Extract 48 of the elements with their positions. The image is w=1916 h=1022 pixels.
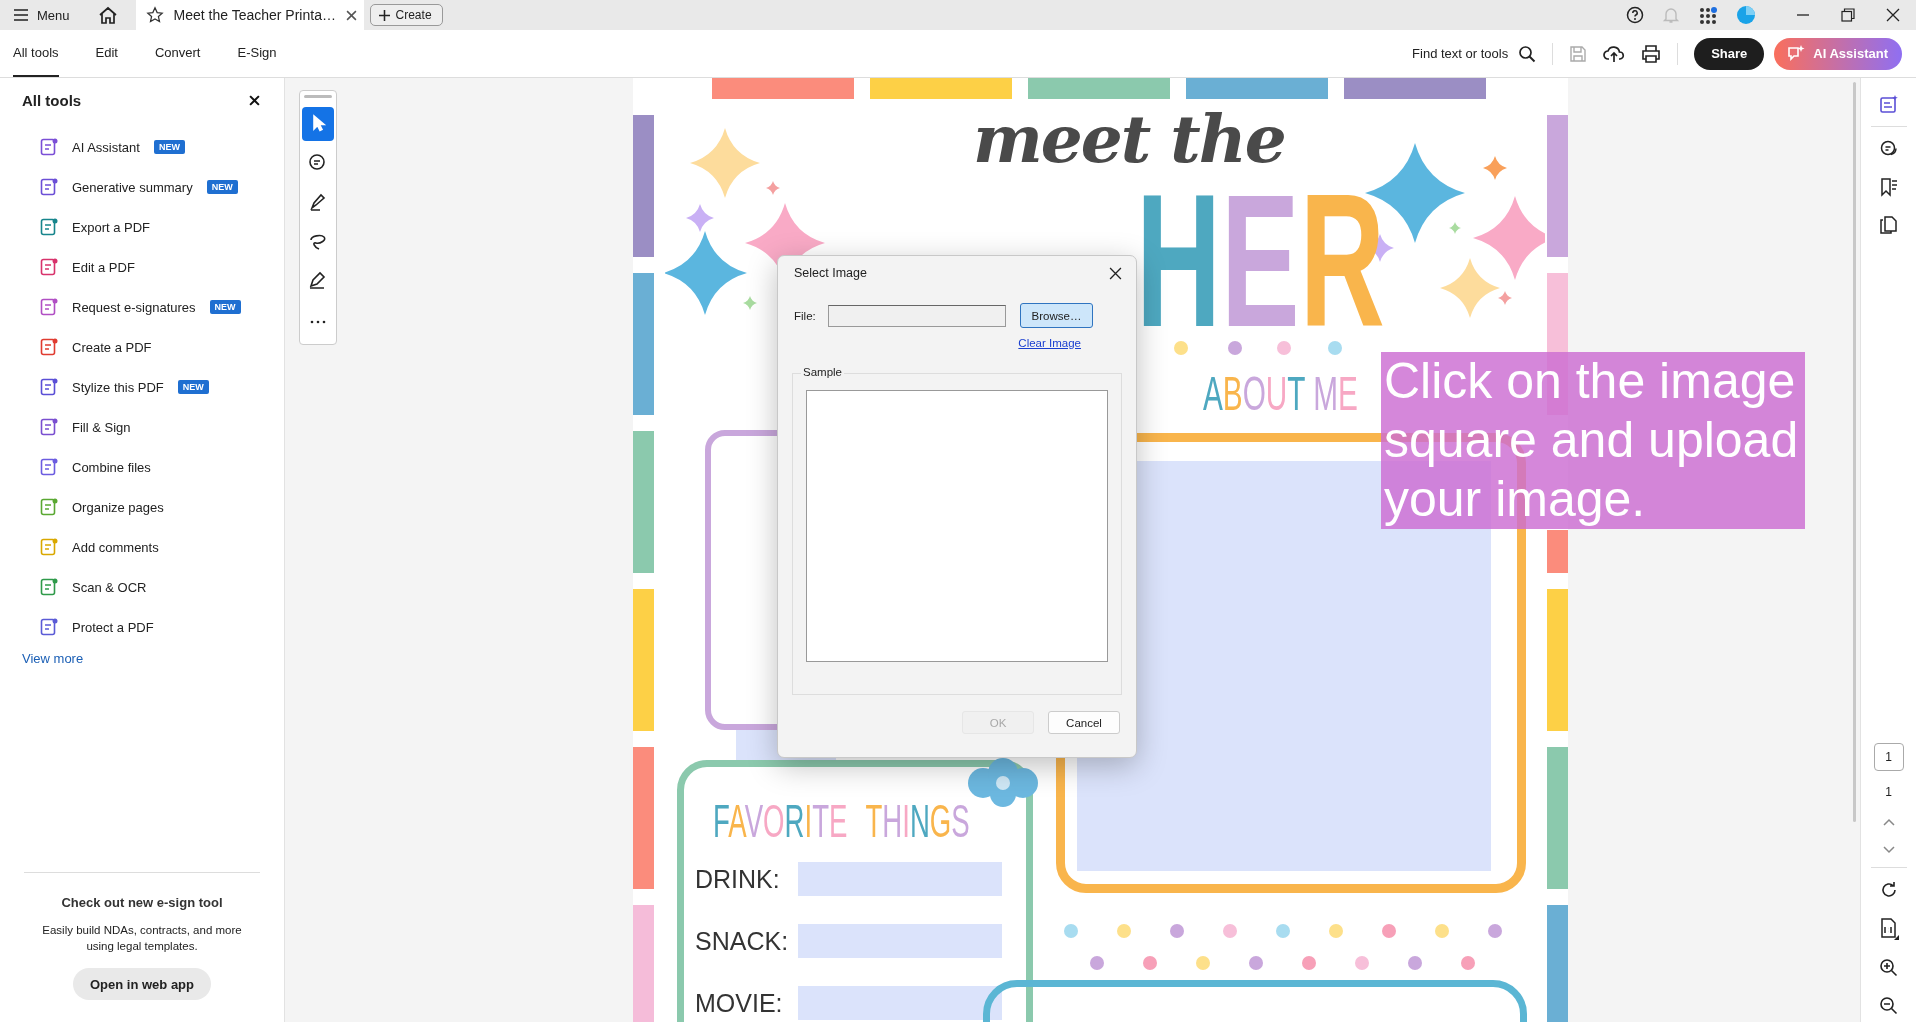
field-label: SNACK: <box>695 926 789 957</box>
tool-link[interactable]: Create a PDF <box>72 339 152 355</box>
group-label: Sample <box>801 366 844 378</box>
toolbar-tab[interactable]: Convert <box>141 30 201 77</box>
promo-title: Check out new e-sign tool <box>61 895 223 910</box>
tool-link[interactable]: Fill & Sign <box>72 419 131 435</box>
tool-link[interactable]: Combine files <box>72 459 151 475</box>
new-badge: NEW <box>206 180 238 194</box>
tool-link[interactable]: Generative summary <box>72 179 193 195</box>
tool-link[interactable]: AI Assistant <box>72 139 140 155</box>
tool-link[interactable]: Request e-signatures <box>72 299 196 315</box>
tool-link[interactable]: Stylize this PDF <box>72 379 164 395</box>
tool-link[interactable]: Scan & OCR <box>72 579 147 595</box>
ai-assistant-button[interactable]: AI Assistant <box>1774 37 1902 70</box>
tab-title: Meet the Teacher Printa… <box>173 7 336 23</box>
browse-button[interactable]: Browse… <box>1020 303 1093 328</box>
new-badge: NEW <box>153 140 185 154</box>
dialog-title: Select Image <box>794 266 867 280</box>
new-badge: NEW <box>177 380 209 394</box>
open-web-app-button[interactable]: Open in web app <box>73 968 211 1000</box>
share-button[interactable]: Share <box>1694 37 1765 70</box>
page-title: HER <box>1136 184 1385 336</box>
field-label: DRINK: <box>695 864 780 895</box>
field-label: MOVIE: <box>695 988 783 1019</box>
toolbar-tab[interactable]: E-Sign <box>224 30 277 77</box>
tool-link[interactable]: Edit a PDF <box>72 259 135 275</box>
section-heading: FAVORITE THINGS <box>713 794 970 848</box>
field-label: File: <box>794 309 817 322</box>
tool-link[interactable]: Protect a PDF <box>72 619 154 635</box>
toolbar-tab[interactable]: Edit <box>95 30 118 77</box>
promo-text: Easily build NDAs, contracts, and more using legal templates. <box>41 923 243 954</box>
panel-title: All tools <box>22 92 82 109</box>
view-more-link[interactable]: View more <box>0 651 84 666</box>
tool-link[interactable]: Organize pages <box>72 499 164 515</box>
document-tab[interactable]: Meet the Teacher Printa… <box>135 0 364 30</box>
tool-link[interactable]: Add comments <box>72 539 159 555</box>
create-button[interactable]: Create <box>369 4 443 26</box>
page-count: 1 <box>1885 785 1892 799</box>
page-number-field[interactable]: 1 <box>1873 743 1904 771</box>
search-label[interactable]: Find text or tools <box>1412 46 1509 61</box>
section-heading: ABOUT ME <box>1203 366 1358 421</box>
cancel-button[interactable]: Cancel <box>1048 711 1120 734</box>
tool-link[interactable]: Export a PDF <box>72 219 151 235</box>
clear-image-link[interactable]: Clear Image <box>1018 337 1081 349</box>
page-heading: meet the <box>973 100 1285 178</box>
new-badge: NEW <box>209 300 241 314</box>
video-caption: Click on the image square and upload your image. <box>1381 352 1805 529</box>
menu-button[interactable]: Menu <box>0 0 84 30</box>
